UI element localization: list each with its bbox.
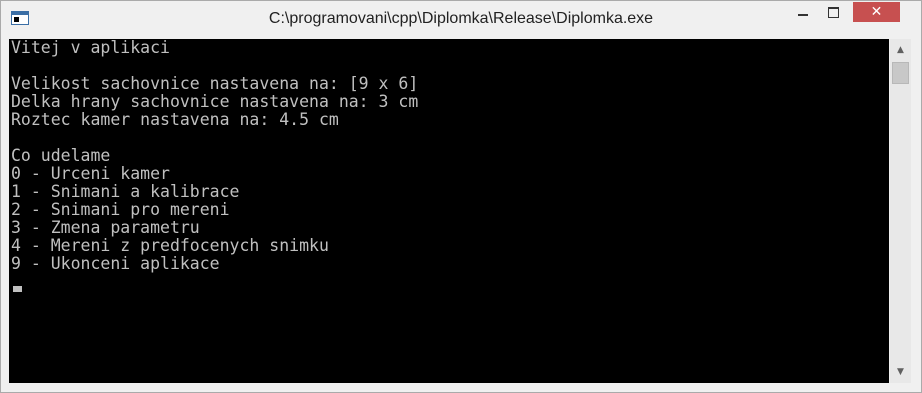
scrollbar-thumb[interactable] — [892, 62, 909, 84]
menu-option: 2 - Snimani pro mereni — [11, 200, 230, 219]
menu-option: 4 - Mereni z predfocenych snimku — [11, 236, 329, 255]
minimize-icon — [798, 14, 808, 16]
title-bar[interactable]: C:\programovani\cpp\Diplomka\Release\Dip… — [1, 1, 921, 39]
close-button[interactable]: ✕ — [853, 2, 900, 22]
console-line: Velikost sachovnice nastavena na: [9 x 6… — [11, 74, 419, 93]
menu-option: 0 - Urceni kamer — [11, 164, 170, 183]
maximize-button[interactable] — [819, 2, 847, 22]
menu-option: 1 - Snimani a kalibrace — [11, 182, 240, 201]
chevron-down-icon: ▼ — [897, 367, 904, 377]
vertical-scrollbar[interactable]: ▲ ▼ — [890, 39, 911, 383]
scroll-down-button[interactable]: ▼ — [890, 361, 911, 383]
close-icon: ✕ — [870, 4, 883, 20]
scroll-up-button[interactable]: ▲ — [890, 39, 911, 61]
window-title: C:\programovani\cpp\Diplomka\Release\Dip… — [268, 10, 654, 27]
console-line: Co udelame — [11, 146, 111, 165]
console-window: C:\programovani\cpp\Diplomka\Release\Dip… — [0, 0, 922, 393]
minimize-button[interactable] — [789, 2, 817, 22]
text-cursor — [13, 286, 22, 292]
menu-option: 3 - Zmena parametru — [11, 218, 200, 237]
console-output[interactable]: Vitej v aplikaci Velikost sachovnice nas… — [9, 39, 889, 383]
console-line: Vitej v aplikaci — [11, 39, 170, 57]
chevron-up-icon: ▲ — [897, 45, 904, 55]
menu-option: 9 - Ukonceni aplikace — [11, 254, 220, 273]
maximize-icon — [827, 6, 839, 18]
console-line: Delka hrany sachovnice nastavena na: 3 c… — [11, 92, 419, 111]
console-line: Roztec kamer nastavena na: 4.5 cm — [11, 110, 339, 129]
